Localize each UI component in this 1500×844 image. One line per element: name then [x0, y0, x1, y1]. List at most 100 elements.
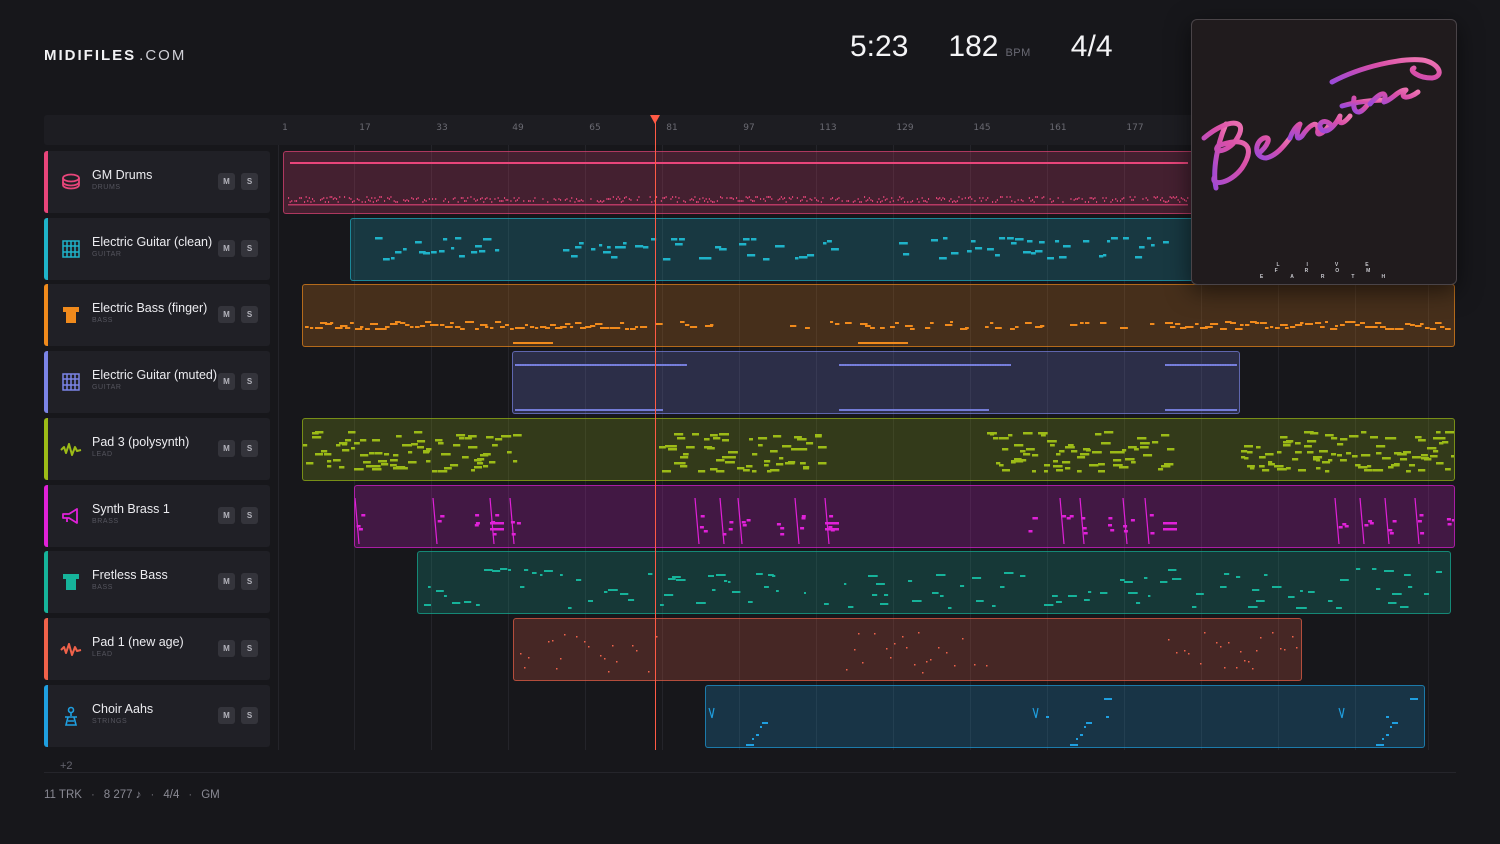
- region-gm-drums[interactable]: [283, 151, 1195, 214]
- track-header-gm-drums[interactable]: GM Drums DRUMS M S: [44, 151, 270, 213]
- solo-button[interactable]: S: [241, 239, 258, 257]
- region-electric-bass-finger[interactable]: [302, 284, 1455, 348]
- playhead[interactable]: [655, 118, 656, 750]
- grid-line: [278, 145, 279, 750]
- track-color-strip: [44, 217, 48, 280]
- solo-button[interactable]: S: [241, 173, 258, 190]
- track-color-strip: [44, 151, 48, 213]
- midi-notes: [515, 364, 1237, 412]
- tempo-value: 182: [948, 30, 999, 63]
- track-category: BASS: [92, 317, 114, 325]
- midi-notes: [520, 631, 1298, 674]
- mute-button[interactable]: M: [218, 173, 235, 190]
- track-name: Synth Brass 1: [92, 501, 170, 516]
- ruler-tick: 129: [896, 123, 914, 133]
- midi-notes: [424, 568, 1442, 610]
- footer-separator: ·: [188, 789, 193, 801]
- track-color-strip: [44, 351, 48, 414]
- mute-button[interactable]: M: [218, 306, 235, 324]
- bass-icon: [60, 571, 82, 593]
- mute-button[interactable]: M: [218, 373, 235, 391]
- bass-icon: [60, 304, 82, 326]
- playback-stats: 5:23 182 BPM 4/4: [850, 30, 1113, 64]
- mute-button[interactable]: M: [218, 706, 235, 724]
- mute-button[interactable]: M: [218, 573, 235, 591]
- ruler-tick: 177: [1126, 123, 1144, 133]
- ruler-tick: 161: [1049, 123, 1067, 133]
- album-tagline: LIVE FROM EARTH: [1259, 262, 1413, 280]
- track-header-choir-aahs[interactable]: Choir Aahs STRINGS M S: [44, 684, 270, 747]
- solo-button[interactable]: S: [241, 506, 258, 524]
- track-color-strip: [44, 684, 48, 747]
- track-name: Fretless Bass: [92, 568, 168, 583]
- solo-button[interactable]: S: [241, 373, 258, 391]
- solo-button[interactable]: S: [241, 306, 258, 324]
- track-header-fretless-bass[interactable]: Fretless Bass BASS M S: [44, 551, 270, 614]
- ruler-tick: 33: [436, 123, 448, 133]
- ruler-tick: 1: [282, 123, 288, 133]
- track-category: BRASS: [92, 517, 119, 525]
- track-category: GUITAR: [92, 250, 122, 258]
- solo-button[interactable]: S: [241, 706, 258, 724]
- region-synth-brass-1[interactable]: [354, 484, 1455, 548]
- region-electric-guitar-muted[interactable]: [512, 351, 1240, 415]
- region-pad-1-new-age[interactable]: [513, 617, 1302, 681]
- mute-button[interactable]: M: [218, 239, 235, 257]
- region-electric-guitar-clean[interactable]: [350, 217, 1195, 281]
- footer-summary: 11 TRK · 8 277 ♪ · 4/4 · GM: [44, 789, 220, 801]
- mute-button[interactable]: M: [218, 506, 235, 524]
- track-header-electric-guitar-clean[interactable]: Electric Guitar (clean) GUITAR M S: [44, 217, 270, 280]
- duration-display: 5:23: [850, 30, 909, 63]
- region-pad-3-polysynth[interactable]: [302, 417, 1455, 481]
- track-header-pad-1-new-age[interactable]: Pad 1 (new age) LEAD M S: [44, 617, 270, 680]
- track-color-strip: [44, 617, 48, 680]
- track-category: STRINGS: [92, 717, 128, 725]
- midi-notes: [288, 162, 1189, 206]
- track-name: GM Drums: [92, 168, 153, 182]
- playhead-marker[interactable]: [650, 115, 660, 124]
- wave-icon: [60, 638, 82, 660]
- midi-notes: [355, 497, 1454, 544]
- midi-standard: GM: [201, 789, 220, 801]
- more-tracks-indicator[interactable]: +2: [60, 760, 73, 772]
- footer-time-signature: 4/4: [163, 789, 180, 801]
- guitar-icon: [60, 371, 82, 393]
- track-category: GUITAR: [92, 384, 122, 392]
- track-name: Pad 1 (new age): [92, 634, 184, 649]
- track-color-strip: [44, 417, 48, 480]
- footer-separator: ·: [90, 789, 95, 801]
- track-name: Electric Guitar (muted): [92, 368, 218, 383]
- track-category: LEAD: [92, 450, 113, 458]
- track-name: Choir Aahs: [92, 701, 154, 716]
- ruler-tick: 97: [743, 123, 755, 133]
- mute-button[interactable]: M: [218, 439, 235, 457]
- album-signature-logo: [1201, 57, 1442, 191]
- solo-button[interactable]: S: [241, 439, 258, 457]
- brand-name: MIDIFILES: [44, 47, 137, 64]
- ruler-tick: 49: [512, 123, 524, 133]
- footer-separator: ·: [150, 789, 155, 801]
- region-choir-aahs[interactable]: [705, 684, 1425, 748]
- drum-icon: [60, 171, 82, 193]
- track-header-electric-bass-finger[interactable]: Electric Bass (finger) BASS M S: [44, 284, 270, 347]
- solo-button[interactable]: S: [241, 639, 258, 657]
- track-color-strip: [44, 551, 48, 614]
- mute-button[interactable]: M: [218, 639, 235, 657]
- midi-notes: [303, 430, 1454, 473]
- track-color-strip: [44, 284, 48, 347]
- track-category: DRUMS: [92, 184, 121, 191]
- region-fretless-bass[interactable]: [417, 551, 1451, 615]
- track-count: 11 TRK: [44, 789, 82, 801]
- trumpet-icon: [60, 505, 82, 527]
- track-name: Electric Bass (finger): [92, 301, 208, 316]
- brand-logo: MIDIFILES .COM: [44, 47, 186, 64]
- ruler-tick: 17: [359, 123, 371, 133]
- solo-button[interactable]: S: [241, 573, 258, 591]
- time-signature: 4/4: [1070, 30, 1113, 63]
- track-category: BASS: [92, 584, 114, 592]
- track-header-pad-3-polysynth[interactable]: Pad 3 (polysynth) LEAD M S: [44, 417, 270, 480]
- track-header-synth-brass-1[interactable]: Synth Brass 1 BRASS M S: [44, 484, 270, 547]
- guitar-icon: [60, 238, 82, 260]
- album-artwork: LIVE FROM EARTH: [1191, 19, 1457, 285]
- track-header-electric-guitar-muted[interactable]: Electric Guitar (muted) GUITAR M S: [44, 351, 270, 414]
